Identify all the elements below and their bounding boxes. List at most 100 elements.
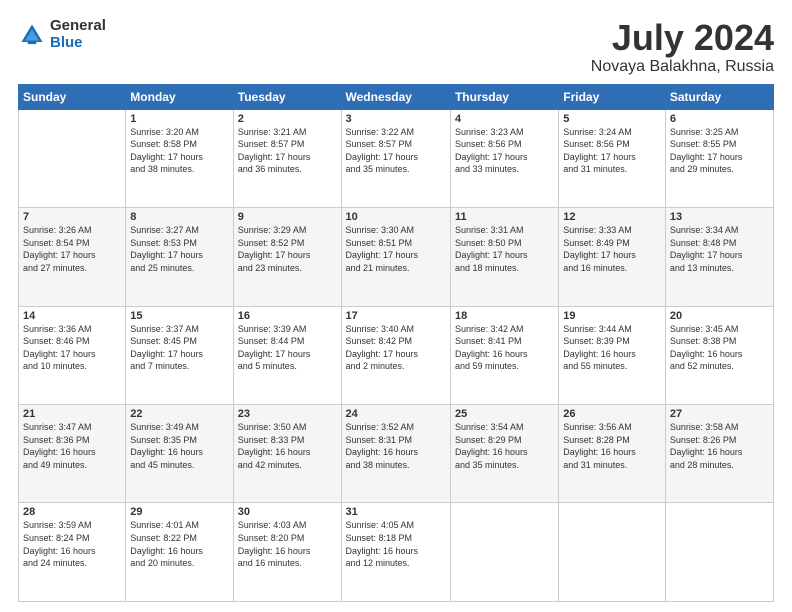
day-info: Sunrise: 3:59 AM Sunset: 8:24 PM Dayligh… [23, 519, 121, 569]
day-number: 16 [238, 310, 337, 322]
day-info: Sunrise: 3:39 AM Sunset: 8:44 PM Dayligh… [238, 323, 337, 373]
calendar-cell: 10Sunrise: 3:30 AM Sunset: 8:51 PM Dayli… [341, 208, 450, 306]
day-number: 12 [563, 211, 661, 223]
calendar-cell: 15Sunrise: 3:37 AM Sunset: 8:45 PM Dayli… [126, 306, 233, 404]
day-number: 10 [346, 211, 446, 223]
day-number: 19 [563, 310, 661, 322]
day-number: 17 [346, 310, 446, 322]
calendar-cell: 17Sunrise: 3:40 AM Sunset: 8:42 PM Dayli… [341, 306, 450, 404]
calendar-cell: 23Sunrise: 3:50 AM Sunset: 8:33 PM Dayli… [233, 405, 341, 503]
calendar-cell: 16Sunrise: 3:39 AM Sunset: 8:44 PM Dayli… [233, 306, 341, 404]
calendar-cell: 22Sunrise: 3:49 AM Sunset: 8:35 PM Dayli… [126, 405, 233, 503]
day-info: Sunrise: 3:23 AM Sunset: 8:56 PM Dayligh… [455, 126, 554, 176]
calendar-cell: 25Sunrise: 3:54 AM Sunset: 8:29 PM Dayli… [450, 405, 558, 503]
day-number: 18 [455, 310, 554, 322]
day-info: Sunrise: 3:44 AM Sunset: 8:39 PM Dayligh… [563, 323, 661, 373]
calendar-cell: 30Sunrise: 4:03 AM Sunset: 8:20 PM Dayli… [233, 503, 341, 602]
day-info: Sunrise: 3:49 AM Sunset: 8:35 PM Dayligh… [130, 421, 228, 471]
header: General Blue July 2024 Novaya Balakhna, … [18, 18, 774, 76]
logo: General Blue [18, 18, 106, 51]
month-title: July 2024 [591, 18, 774, 58]
day-number: 31 [346, 506, 446, 518]
day-info: Sunrise: 3:56 AM Sunset: 8:28 PM Dayligh… [563, 421, 661, 471]
day-info: Sunrise: 3:27 AM Sunset: 8:53 PM Dayligh… [130, 224, 228, 274]
calendar-cell: 12Sunrise: 3:33 AM Sunset: 8:49 PM Dayli… [559, 208, 666, 306]
col-saturday: Saturday [665, 84, 773, 109]
calendar-cell: 27Sunrise: 3:58 AM Sunset: 8:26 PM Dayli… [665, 405, 773, 503]
calendar-header-row: Sunday Monday Tuesday Wednesday Thursday… [19, 84, 774, 109]
page: General Blue July 2024 Novaya Balakhna, … [0, 0, 792, 612]
calendar-cell: 3Sunrise: 3:22 AM Sunset: 8:57 PM Daylig… [341, 109, 450, 207]
day-number: 14 [23, 310, 121, 322]
calendar-cell: 24Sunrise: 3:52 AM Sunset: 8:31 PM Dayli… [341, 405, 450, 503]
calendar-cell: 28Sunrise: 3:59 AM Sunset: 8:24 PM Dayli… [19, 503, 126, 602]
calendar-cell: 19Sunrise: 3:44 AM Sunset: 8:39 PM Dayli… [559, 306, 666, 404]
col-wednesday: Wednesday [341, 84, 450, 109]
logo-icon [18, 21, 46, 49]
calendar-cell: 1Sunrise: 3:20 AM Sunset: 8:58 PM Daylig… [126, 109, 233, 207]
day-info: Sunrise: 3:29 AM Sunset: 8:52 PM Dayligh… [238, 224, 337, 274]
calendar-cell: 31Sunrise: 4:05 AM Sunset: 8:18 PM Dayli… [341, 503, 450, 602]
day-info: Sunrise: 3:22 AM Sunset: 8:57 PM Dayligh… [346, 126, 446, 176]
day-number: 4 [455, 113, 554, 125]
day-info: Sunrise: 3:34 AM Sunset: 8:48 PM Dayligh… [670, 224, 769, 274]
day-info: Sunrise: 4:01 AM Sunset: 8:22 PM Dayligh… [130, 519, 228, 569]
calendar-cell: 26Sunrise: 3:56 AM Sunset: 8:28 PM Dayli… [559, 405, 666, 503]
day-info: Sunrise: 3:47 AM Sunset: 8:36 PM Dayligh… [23, 421, 121, 471]
day-info: Sunrise: 3:26 AM Sunset: 8:54 PM Dayligh… [23, 224, 121, 274]
col-sunday: Sunday [19, 84, 126, 109]
day-info: Sunrise: 3:24 AM Sunset: 8:56 PM Dayligh… [563, 126, 661, 176]
calendar-cell [665, 503, 773, 602]
day-info: Sunrise: 4:03 AM Sunset: 8:20 PM Dayligh… [238, 519, 337, 569]
calendar-cell: 5Sunrise: 3:24 AM Sunset: 8:56 PM Daylig… [559, 109, 666, 207]
day-number: 24 [346, 408, 446, 420]
calendar-week-1: 7Sunrise: 3:26 AM Sunset: 8:54 PM Daylig… [19, 208, 774, 306]
calendar-cell: 9Sunrise: 3:29 AM Sunset: 8:52 PM Daylig… [233, 208, 341, 306]
day-number: 15 [130, 310, 228, 322]
day-number: 2 [238, 113, 337, 125]
calendar-cell: 29Sunrise: 4:01 AM Sunset: 8:22 PM Dayli… [126, 503, 233, 602]
calendar-cell: 21Sunrise: 3:47 AM Sunset: 8:36 PM Dayli… [19, 405, 126, 503]
calendar-cell: 8Sunrise: 3:27 AM Sunset: 8:53 PM Daylig… [126, 208, 233, 306]
calendar-cell: 20Sunrise: 3:45 AM Sunset: 8:38 PM Dayli… [665, 306, 773, 404]
calendar-week-3: 21Sunrise: 3:47 AM Sunset: 8:36 PM Dayli… [19, 405, 774, 503]
day-info: Sunrise: 3:58 AM Sunset: 8:26 PM Dayligh… [670, 421, 769, 471]
day-info: Sunrise: 3:21 AM Sunset: 8:57 PM Dayligh… [238, 126, 337, 176]
day-info: Sunrise: 3:25 AM Sunset: 8:55 PM Dayligh… [670, 126, 769, 176]
calendar-cell: 2Sunrise: 3:21 AM Sunset: 8:57 PM Daylig… [233, 109, 341, 207]
calendar-cell: 13Sunrise: 3:34 AM Sunset: 8:48 PM Dayli… [665, 208, 773, 306]
calendar-cell [450, 503, 558, 602]
day-number: 20 [670, 310, 769, 322]
day-info: Sunrise: 3:45 AM Sunset: 8:38 PM Dayligh… [670, 323, 769, 373]
day-number: 28 [23, 506, 121, 518]
calendar-cell [19, 109, 126, 207]
day-number: 1 [130, 113, 228, 125]
day-info: Sunrise: 3:20 AM Sunset: 8:58 PM Dayligh… [130, 126, 228, 176]
calendar-cell: 14Sunrise: 3:36 AM Sunset: 8:46 PM Dayli… [19, 306, 126, 404]
title-block: July 2024 Novaya Balakhna, Russia [591, 18, 774, 76]
day-number: 11 [455, 211, 554, 223]
day-info: Sunrise: 3:50 AM Sunset: 8:33 PM Dayligh… [238, 421, 337, 471]
day-info: Sunrise: 3:30 AM Sunset: 8:51 PM Dayligh… [346, 224, 446, 274]
day-info: Sunrise: 3:42 AM Sunset: 8:41 PM Dayligh… [455, 323, 554, 373]
day-number: 27 [670, 408, 769, 420]
calendar-week-4: 28Sunrise: 3:59 AM Sunset: 8:24 PM Dayli… [19, 503, 774, 602]
day-info: Sunrise: 3:37 AM Sunset: 8:45 PM Dayligh… [130, 323, 228, 373]
calendar-table: Sunday Monday Tuesday Wednesday Thursday… [18, 84, 774, 602]
day-info: Sunrise: 4:05 AM Sunset: 8:18 PM Dayligh… [346, 519, 446, 569]
col-friday: Friday [559, 84, 666, 109]
day-info: Sunrise: 3:31 AM Sunset: 8:50 PM Dayligh… [455, 224, 554, 274]
calendar-cell: 11Sunrise: 3:31 AM Sunset: 8:50 PM Dayli… [450, 208, 558, 306]
calendar-cell [559, 503, 666, 602]
day-number: 6 [670, 113, 769, 125]
day-info: Sunrise: 3:54 AM Sunset: 8:29 PM Dayligh… [455, 421, 554, 471]
day-number: 26 [563, 408, 661, 420]
col-thursday: Thursday [450, 84, 558, 109]
day-info: Sunrise: 3:33 AM Sunset: 8:49 PM Dayligh… [563, 224, 661, 274]
day-number: 23 [238, 408, 337, 420]
day-number: 5 [563, 113, 661, 125]
col-tuesday: Tuesday [233, 84, 341, 109]
day-number: 30 [238, 506, 337, 518]
calendar-cell: 7Sunrise: 3:26 AM Sunset: 8:54 PM Daylig… [19, 208, 126, 306]
day-info: Sunrise: 3:52 AM Sunset: 8:31 PM Dayligh… [346, 421, 446, 471]
